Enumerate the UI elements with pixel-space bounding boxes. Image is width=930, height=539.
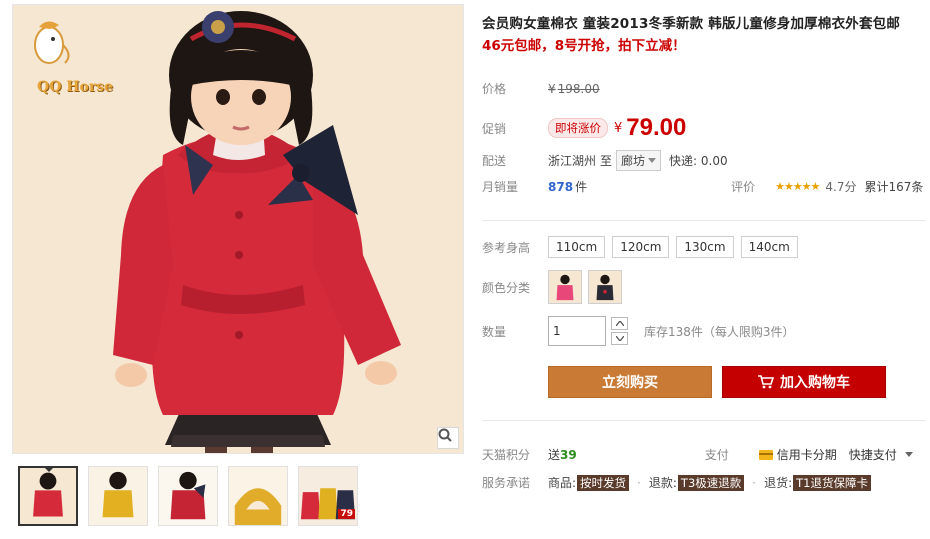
rating-score: 4.7分 [825,180,857,194]
points-row: 天猫积分 送 39 支付 信用卡分期 快捷支付 [482,446,926,463]
color-label: 颜色分类 [482,280,531,295]
quantity-decrease-button[interactable] [611,332,628,345]
thumbnail-combo[interactable]: 79 [298,466,358,526]
add-to-cart-label: 加入购物车 [780,375,850,391]
promise-goods-key: 商品: [548,476,577,490]
divider [482,220,926,221]
quantity-input[interactable] [548,316,606,346]
quick-pay-link[interactable]: 快捷支付 [849,446,897,463]
zoom-magnifier-icon[interactable] [437,427,459,449]
size-option-110[interactable]: 110cm [548,236,606,258]
color-swatch-black[interactable] [588,270,622,304]
promo-price: 79.00 [626,114,687,141]
main-product-image[interactable]: QQ Horse [12,4,464,454]
quantity-row: 数量 库存138件（每人限购3件） [482,316,795,346]
color-row: 颜色分类 [482,270,628,304]
monthly-sales-label: 月销量 [482,180,519,194]
promise-refund-key: 退款: [648,476,677,490]
product-title: 会员购女童棉衣 童装2013冬季新款 韩版儿童修身加厚棉衣外套包邮 [482,16,901,32]
chevron-down-icon [615,336,624,341]
rating-label: 评价 [731,180,756,194]
size-option-140[interactable]: 140cm [740,236,798,258]
product-detail-panel: 会员购女童棉衣 童装2013冬季新款 韩版儿童修身加厚棉衣外套包邮 46元包邮，… [482,14,926,491]
thumbnail-strip: 79 [18,466,358,528]
separator-dot: · [637,475,641,490]
add-to-cart-button[interactable]: 加入购物车 [722,366,886,398]
ship-destination-select[interactable]: 廊坊 [616,150,662,171]
buy-now-button[interactable]: 立刻购买 [548,366,712,398]
price-row: 价格 ¥198.00 [482,80,600,97]
ship-from-location: 浙江湖州 [548,154,597,168]
promo-headline: 46元包邮，8号开抢，拍下立减！ [482,38,686,54]
service-promise-row: 服务承诺 商品: 按时发货 · 退款: T3极速退款 · 退货: T1退货保障卡 [482,474,871,491]
thumbnail-red-side[interactable] [158,466,218,526]
promise-refund-tag[interactable]: T3极速退款 [677,474,745,491]
credit-card-icon [758,449,773,460]
separator-dot: · [752,475,757,490]
size-option-130[interactable]: 130cm [676,236,734,258]
price-label: 价格 [482,82,507,96]
rating-stars-icon: ★★★★★ [775,180,820,193]
review-count-link[interactable]: 累计167条 [865,178,924,195]
quantity-increase-button[interactable] [611,317,628,330]
quantity-label: 数量 [482,324,507,339]
qq-horse-logo-icon [34,21,70,64]
stock-info: 库存138件（每人限购3件） [644,324,795,339]
chevron-down-icon [648,158,657,163]
original-price: ¥198.00 [548,81,600,96]
promise-return-key: 退货: [764,476,793,490]
points-value: 39 [560,447,577,462]
shipping-label: 配送 [482,154,507,168]
shipping-row: 配送 浙江湖州 至 廊坊 快递: 0.00 [482,150,728,171]
promise-goods-tag[interactable]: 按时发货 [577,474,630,491]
service-promise-label: 服务承诺 [482,476,531,490]
promotion-label: 促销 [482,121,507,136]
shipping-fee: 快递: 0.00 [669,154,728,168]
quantity-stepper [611,317,628,345]
divider [482,420,926,421]
color-swatch-pink[interactable] [548,270,582,304]
thumbnail-price-badge: 79 [338,509,355,519]
size-option-120[interactable]: 120cm [612,236,670,258]
size-row: 参考身高 110cm 120cm 130cm 140cm [482,236,805,258]
chevron-down-icon[interactable] [904,452,913,457]
credit-installment-link[interactable]: 信用卡分期 [777,446,837,463]
thumbnail-yellow-coat[interactable] [88,466,148,526]
ship-to-label: 至 [600,154,613,168]
promo-currency: ¥ [614,120,623,136]
price-rise-tag: 即将涨价 [548,118,608,138]
promise-return-tag[interactable]: T1退货保障卡 [793,474,871,491]
points-send-text: 送 [548,448,561,462]
payment-label: 支付 [704,448,729,462]
monthly-sales-count: 878 [548,179,574,194]
thumbnail-yellow-hood[interactable] [228,466,288,526]
chevron-up-icon [615,321,624,326]
brand-logo-text: QQ Horse [37,79,113,95]
shopping-cart-icon [758,375,774,389]
points-label: 天猫积分 [482,448,531,462]
size-label: 参考身高 [482,240,531,255]
monthly-sales-unit: 件 [575,180,588,194]
thumbnail-red-front[interactable] [18,466,78,526]
promotion-row: 促销 即将涨价 ¥ 79.00 [482,114,686,142]
product-gallery: QQ Horse 79 [12,4,464,534]
sales-row: 月销量 878 件 评价 ★★★★★ 4.7分 累计167条 [482,178,926,195]
